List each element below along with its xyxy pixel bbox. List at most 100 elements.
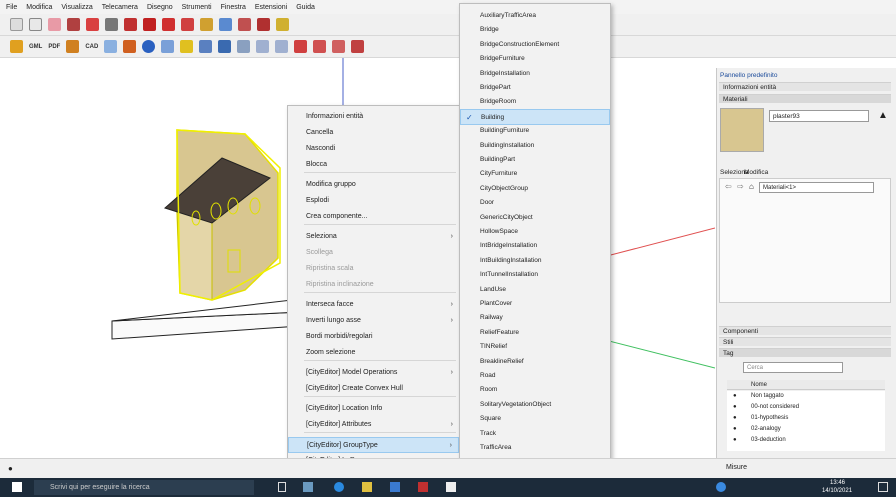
grid-app-icon[interactable] <box>303 482 313 492</box>
context-menu-item[interactable]: Ripristina inclinazione <box>288 277 459 293</box>
tag-row[interactable]: ● 02-analogy <box>727 424 877 435</box>
search-icon[interactable] <box>10 18 23 31</box>
context-menu-item[interactable]: Scollega <box>288 245 459 261</box>
tab-edit[interactable]: Modifica <box>744 169 768 176</box>
menu-item[interactable]: Strumenti <box>182 4 212 11</box>
tag-row[interactable]: ● 01-hypothesis <box>727 413 877 424</box>
materials-section[interactable]: Materiali <box>719 94 891 103</box>
menu-separator <box>304 224 456 225</box>
context-menu-item[interactable]: Esplodi <box>288 193 459 209</box>
pin-icon[interactable] <box>123 40 137 53</box>
move-icon[interactable] <box>143 18 156 31</box>
context-menu-item[interactable]: Cancella <box>288 125 459 141</box>
tag-row[interactable]: ● 03-deduction <box>727 435 877 446</box>
eraser-icon[interactable] <box>48 18 61 31</box>
arc-icon[interactable] <box>86 18 99 31</box>
context-menu-item[interactable]: Ripristina scala <box>288 261 459 277</box>
cad-button[interactable]: CAD <box>85 44 98 50</box>
tags-section[interactable]: Tag <box>719 348 891 357</box>
visibility-eye-icon[interactable]: ● <box>733 424 737 435</box>
user-icon[interactable] <box>716 482 726 492</box>
context-menu-item[interactable]: [CityEditor] Model Operations › <box>288 365 459 381</box>
menu-item[interactable]: File <box>6 4 17 11</box>
menu-item[interactable]: Disegno <box>147 4 173 11</box>
tape-icon[interactable] <box>200 18 213 31</box>
taskbar-search[interactable]: Scrivi qui per eseguire la ricerca <box>34 480 254 495</box>
warning-icon[interactable] <box>180 40 194 53</box>
back-icon[interactable]: ⇦ <box>725 182 732 191</box>
paint-icon[interactable] <box>238 18 251 31</box>
app-icon[interactable] <box>446 482 456 492</box>
context-menu-item[interactable]: Blocca <box>288 157 459 173</box>
minus-icon[interactable] <box>275 40 289 53</box>
sketchup-icon[interactable] <box>418 482 428 492</box>
menu-item[interactable]: Visualizza <box>61 4 92 11</box>
home-icon[interactable]: ⌂ <box>749 182 754 191</box>
visibility-eye-icon[interactable]: ● <box>733 413 737 424</box>
context-menu-item[interactable]: [CityEditor] Location Info <box>288 401 459 417</box>
location-icon[interactable] <box>66 40 80 53</box>
menu-item[interactable]: Estensioni <box>255 4 287 11</box>
context-menu-item[interactable]: [CityEditor] Create Convex Hull <box>288 381 459 397</box>
context-menu-item[interactable]: Interseca facce › <box>288 297 459 313</box>
building-a-icon[interactable] <box>294 40 308 53</box>
tags-search-input[interactable]: Cerca <box>743 362 843 373</box>
building-b-icon[interactable] <box>313 40 327 53</box>
store-icon[interactable] <box>390 482 400 492</box>
pushpull-icon[interactable] <box>124 18 137 31</box>
tag-row[interactable]: ● 00-not considered <box>727 402 877 413</box>
forward-icon[interactable]: ⇨ <box>737 182 744 191</box>
tag-row[interactable]: ● Non taggato <box>727 391 877 402</box>
menu-item[interactable]: Finestra <box>221 4 246 11</box>
line-icon[interactable] <box>67 18 80 31</box>
grid-icon[interactable] <box>199 40 213 53</box>
explorer-icon[interactable] <box>362 482 372 492</box>
citygml-icon[interactable] <box>10 40 23 53</box>
context-menu-item[interactable]: [CityEditor] GroupType › <box>288 437 459 453</box>
rotate-icon[interactable] <box>162 18 175 31</box>
components-section[interactable]: Componenti <box>719 326 891 335</box>
menu-item[interactable]: Telecamera <box>102 4 138 11</box>
context-menu-item[interactable]: Informazioni entità <box>288 109 459 125</box>
entity-info-section[interactable]: Informazioni entità <box>719 82 891 91</box>
paint-bucket-icon[interactable]: ▲ <box>878 110 888 121</box>
gml-button[interactable]: GML <box>29 44 42 50</box>
menu-item[interactable]: Guida <box>296 4 315 11</box>
visibility-eye-icon[interactable]: ● <box>733 402 737 413</box>
tag-name: 02-analogy <box>751 426 781 432</box>
cube-icon[interactable] <box>218 40 232 53</box>
edge-icon[interactable] <box>334 482 344 492</box>
context-menu-item[interactable]: Inverti lungo asse › <box>288 313 459 329</box>
select-arrow-icon[interactable] <box>29 18 42 31</box>
context-menu-item[interactable]: Bordi morbidi/regolari <box>288 329 459 345</box>
text-icon[interactable] <box>219 18 232 31</box>
info-icon[interactable] <box>142 40 156 53</box>
context-menu-item[interactable]: Nascondi <box>288 141 459 157</box>
context-menu-item[interactable]: Crea componente... <box>288 209 459 225</box>
material-collection-dropdown[interactable]: Materiali<1> <box>759 182 874 193</box>
plus-icon[interactable] <box>256 40 270 53</box>
material-name-field[interactable]: plaster93 <box>769 110 869 122</box>
box-icon[interactable] <box>104 40 118 53</box>
visibility-eye-icon[interactable]: ● <box>733 391 737 402</box>
task-view-icon[interactable] <box>278 482 286 492</box>
menu-item[interactable]: Modifica <box>26 4 52 11</box>
building-c-icon[interactable] <box>332 40 346 53</box>
windows-start-icon[interactable] <box>12 482 22 492</box>
rectangle-icon[interactable] <box>105 18 118 31</box>
styles-section[interactable]: Stili <box>719 337 891 346</box>
context-menu-item[interactable]: Zoom selezione <box>288 345 459 361</box>
building-d-icon[interactable] <box>351 40 365 53</box>
notification-icon[interactable] <box>878 482 888 492</box>
scale-icon[interactable] <box>181 18 194 31</box>
pan-icon[interactable] <box>276 18 289 31</box>
taskbar: Scrivi qui per eseguire la ricerca 13:46… <box>0 478 896 497</box>
context-menu-item[interactable]: Seleziona › <box>288 229 459 245</box>
context-menu-item[interactable]: [CityEditor] Attributes › <box>288 417 459 433</box>
pdf-button[interactable]: PDF <box>48 44 60 50</box>
layers-icon[interactable] <box>161 40 175 53</box>
visibility-eye-icon[interactable]: ● <box>733 435 737 446</box>
context-menu-item[interactable]: Modifica gruppo <box>288 177 459 193</box>
eye-icon[interactable] <box>237 40 251 53</box>
orbit-icon[interactable] <box>257 18 270 31</box>
